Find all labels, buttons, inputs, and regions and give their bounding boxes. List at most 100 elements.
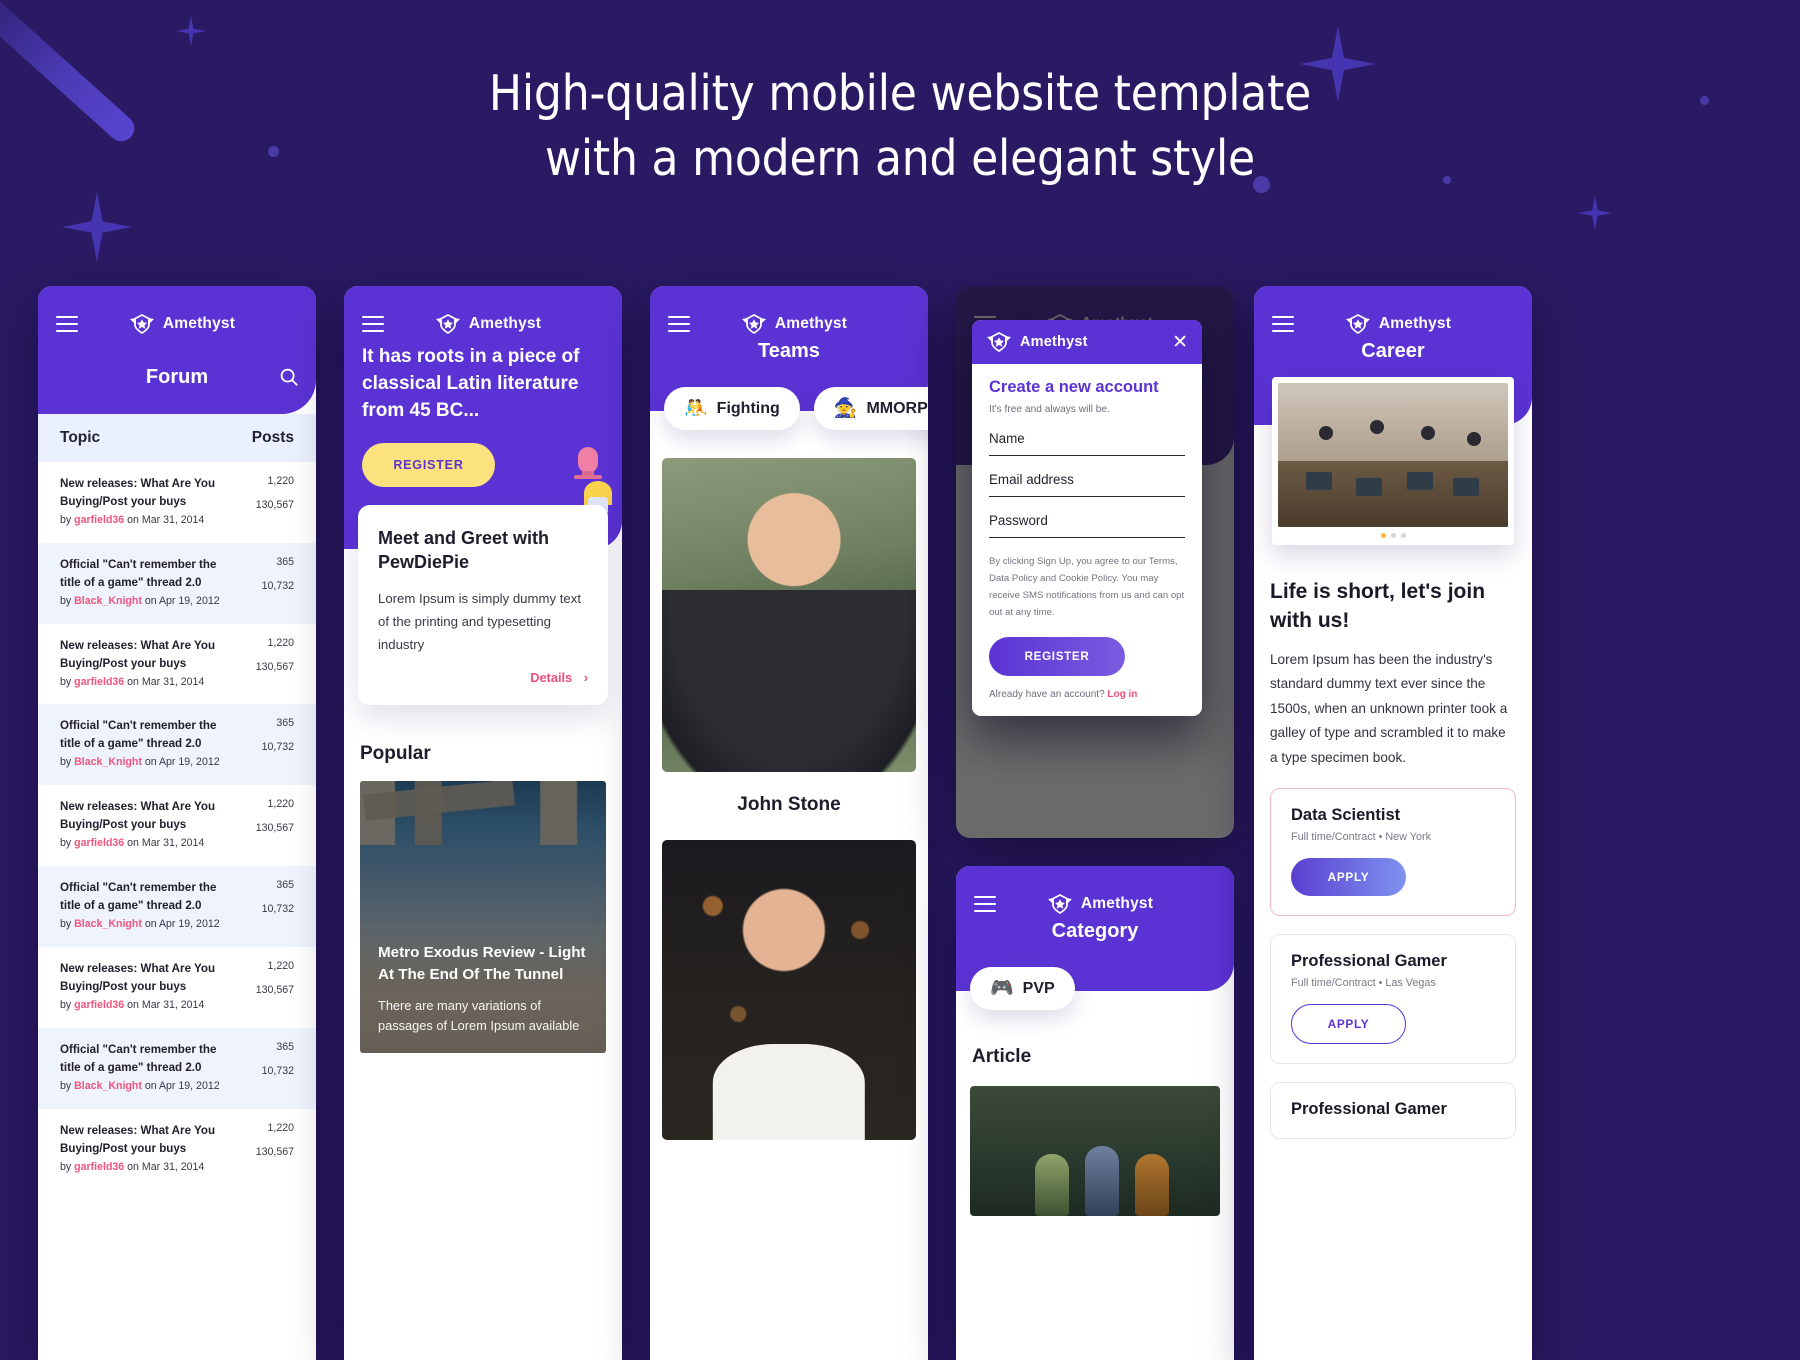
- row-author[interactable]: garfield36: [74, 999, 124, 1011]
- row-author[interactable]: garfield36: [74, 837, 124, 849]
- row-counts: 365 10,732: [228, 556, 294, 610]
- apply-button[interactable]: APPLY: [1291, 858, 1406, 897]
- row-date: on Apr 19, 2012: [144, 1079, 220, 1092]
- table-row[interactable]: New releases: What Are You Buying/Post y…: [38, 462, 316, 543]
- table-row[interactable]: New releases: What Are You Buying/Post y…: [38, 624, 316, 705]
- event-card[interactable]: Meet and Greet with PewDiePie Lorem Ipsu…: [358, 504, 608, 706]
- job-card[interactable]: Professional Gamer Full time/Contract • L…: [1270, 934, 1516, 1065]
- table-row[interactable]: New releases: What Are You Buying/Post y…: [38, 1109, 316, 1190]
- row-title: New releases: What Are You Buying/Post y…: [60, 477, 216, 508]
- row-title: New releases: What Are You Buying/Post y…: [60, 638, 216, 670]
- brand: Amethyst: [1345, 314, 1451, 334]
- fighting-icon: 🤼: [684, 398, 708, 419]
- row-meta: by Black_Knight on Apr 19, 2012: [60, 1079, 220, 1095]
- category-chip[interactable]: 🤼 Fighting: [664, 387, 800, 430]
- team-member-photo[interactable]: [662, 840, 916, 1140]
- name-field[interactable]: [989, 431, 1185, 456]
- job-card[interactable]: Professional Gamer: [1270, 1082, 1516, 1140]
- row-counts: 365 10,732: [228, 717, 294, 771]
- row-author[interactable]: garfield36: [74, 676, 124, 688]
- category-chip[interactable]: 🎮 PVP: [970, 967, 1075, 1010]
- row-date: on Apr 19, 2012: [144, 756, 220, 769]
- row-author[interactable]: Black_Knight: [74, 595, 142, 607]
- row-author[interactable]: Black_Knight: [74, 1080, 142, 1092]
- password-field[interactable]: [989, 513, 1185, 538]
- table-row[interactable]: Official "Can't remember the title of a …: [38, 704, 316, 786]
- modal-titlebar: Amethyst ✕: [972, 320, 1202, 364]
- brand-name: Amethyst: [1080, 895, 1154, 912]
- job-list: Data Scientist Full time/Contract • New Y…: [1270, 788, 1516, 1140]
- register-button[interactable]: REGISTER: [362, 442, 495, 487]
- career-carousel[interactable]: [1272, 377, 1514, 545]
- page-title: Category: [1051, 920, 1139, 942]
- forum-header: Forum: [38, 340, 316, 414]
- carousel-dots[interactable]: [1272, 533, 1514, 538]
- register-button[interactable]: REGISTER: [989, 637, 1125, 677]
- carousel-dot[interactable]: [1400, 533, 1406, 538]
- modal-heading: Create a new account: [989, 378, 1159, 396]
- article-section-title: Article: [972, 1046, 1032, 1067]
- table-row[interactable]: Official "Can't remember the title of a …: [38, 866, 316, 947]
- row-posts: 1,220: [267, 959, 294, 972]
- table-row[interactable]: New releases: What Are You Buying/Post y…: [38, 947, 316, 1028]
- category-appbar: Amethyst: [956, 866, 1234, 920]
- login-link[interactable]: Log in: [1107, 689, 1137, 700]
- mmorpg-icon: 🧙: [833, 398, 858, 419]
- category-chip[interactable]: 🧙 MMORPG: [813, 387, 928, 430]
- email-field[interactable]: [989, 472, 1185, 497]
- chevron-right-icon: ›: [583, 670, 588, 686]
- teams-category-chips: 🤼 Fighting 🧙 MMORPG: [650, 387, 928, 430]
- brand-name: Amethyst: [774, 315, 848, 332]
- table-row[interactable]: New releases: What Are You Buying/Post y…: [38, 785, 316, 866]
- shield-star-wings-logo: [129, 314, 154, 334]
- table-row[interactable]: Official "Can't remember the title of a …: [38, 542, 316, 624]
- teams-appbar: Amethyst: [650, 286, 928, 340]
- team-member-name: John Stone: [737, 794, 841, 815]
- page-title: Forum: [145, 365, 209, 388]
- row-author[interactable]: Black_Knight: [74, 756, 142, 768]
- row-topic: New releases: What Are You Buying/Post y…: [60, 475, 228, 529]
- hamburger-menu-icon[interactable]: [56, 316, 78, 332]
- carousel-dot[interactable]: [1380, 533, 1386, 538]
- hamburger-menu-icon[interactable]: [1272, 316, 1294, 332]
- row-title: Official "Can't remember the title of a …: [60, 557, 217, 589]
- have-account-row: Already have an account? Log in: [989, 689, 1185, 700]
- hamburger-menu-icon[interactable]: [974, 896, 996, 912]
- row-posts: 365: [276, 717, 294, 730]
- popular-article-image[interactable]: Metro Exodus Review - Light At The End O…: [360, 781, 606, 1054]
- shield-star-wings-logo: [987, 332, 1011, 352]
- team-member-photo[interactable]: [662, 458, 916, 772]
- job-title: Data Scientist: [1291, 806, 1401, 825]
- search-icon[interactable]: [278, 366, 300, 388]
- row-posts: 365: [276, 1040, 294, 1053]
- row-author[interactable]: garfield36: [74, 514, 124, 526]
- apply-button[interactable]: APPLY: [1291, 1004, 1406, 1045]
- row-by: by: [60, 513, 72, 526]
- row-views: 10,732: [261, 579, 294, 592]
- close-icon[interactable]: ✕: [1172, 333, 1188, 352]
- hamburger-menu-icon[interactable]: [668, 316, 690, 332]
- row-date: on Mar 31, 2014: [127, 998, 205, 1011]
- row-date: on Apr 19, 2012: [144, 594, 220, 607]
- table-row[interactable]: Official "Can't remember the title of a …: [38, 1027, 316, 1109]
- row-meta: by garfield36 on Mar 31, 2014: [60, 1160, 220, 1176]
- row-date: on Apr 19, 2012: [144, 918, 220, 931]
- row-counts: 1,220 130,567: [228, 1122, 294, 1176]
- job-card[interactable]: Data Scientist Full time/Contract • New Y…: [1270, 788, 1516, 917]
- row-author[interactable]: garfield36: [74, 1161, 124, 1173]
- row-author[interactable]: Black_Knight: [74, 918, 142, 930]
- row-counts: 1,220 130,567: [228, 798, 294, 852]
- row-date: on Mar 31, 2014: [127, 1160, 205, 1173]
- row-views: 10,732: [261, 903, 294, 916]
- column-header-topic: Topic: [60, 429, 101, 446]
- phone-career: Amethyst Career Life is short, let's joi…: [1254, 286, 1532, 1360]
- article-image[interactable]: [970, 1086, 1220, 1216]
- row-views: 10,732: [261, 1064, 294, 1077]
- row-counts: 1,220 130,567: [228, 960, 294, 1014]
- row-title: New releases: What Are You Buying/Post y…: [60, 1123, 216, 1155]
- hamburger-menu-icon[interactable]: [362, 316, 384, 332]
- home-appbar: Amethyst: [344, 286, 622, 340]
- brand: Amethyst: [741, 314, 847, 334]
- details-link[interactable]: Details ›: [378, 670, 588, 685]
- carousel-dot[interactable]: [1390, 533, 1396, 538]
